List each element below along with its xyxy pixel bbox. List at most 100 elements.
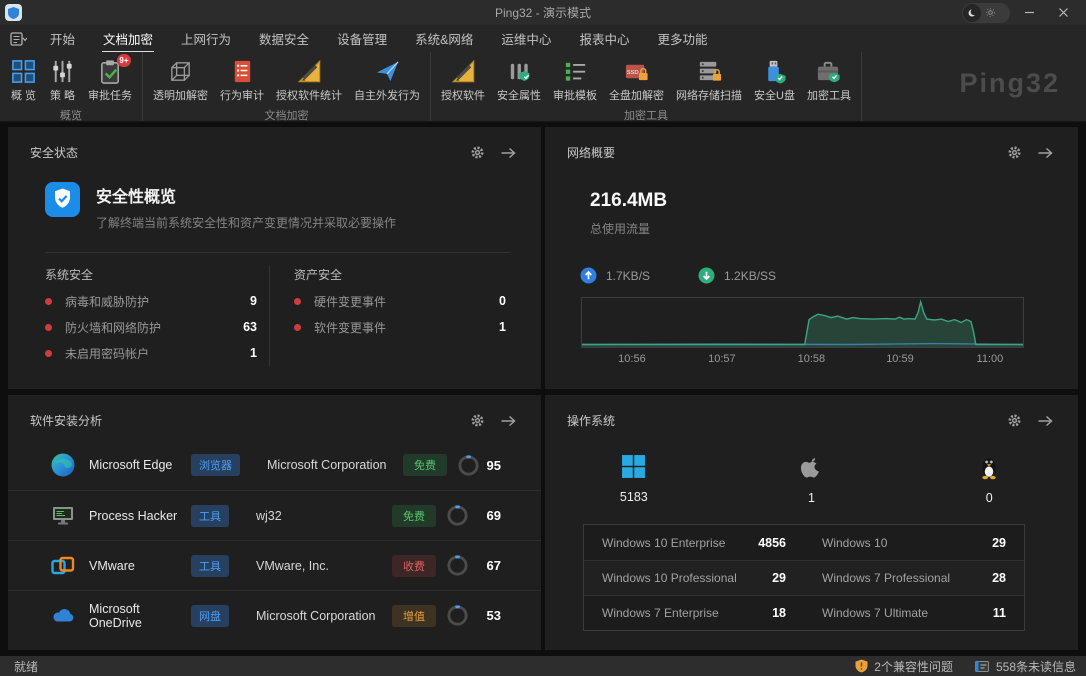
menu-tab-1[interactable]: 文档加密 bbox=[89, 25, 167, 52]
server-lock-icon bbox=[696, 58, 723, 85]
ribbon-button-ruler-pencil[interactable]: 授权软件统计 bbox=[270, 56, 348, 105]
install-count: 67 bbox=[487, 558, 501, 573]
unread-messages[interactable]: 558条未读信息 bbox=[975, 658, 1076, 675]
menu-tab-label: 设备管理 bbox=[336, 25, 388, 53]
ribbon-button-server-lock[interactable]: 网络存储扫描 bbox=[670, 56, 748, 105]
briefcase-shield-icon bbox=[815, 58, 842, 85]
ribbon-button-label: 透明加解密 bbox=[153, 87, 208, 103]
download-speed: 1.2KB/SS bbox=[698, 267, 776, 284]
close-button[interactable] bbox=[1048, 2, 1078, 24]
menu-tab-label: 文档加密 bbox=[102, 25, 154, 53]
os-table-cell[interactable]: Windows 7 Enterprise18 bbox=[584, 596, 804, 630]
sun-icon[interactable] bbox=[981, 4, 999, 22]
security-metric-row[interactable]: 未启用密码帐户1 bbox=[45, 340, 257, 366]
menu-tab-4[interactable]: 设备管理 bbox=[323, 25, 401, 52]
price-badge: 收费 bbox=[392, 555, 436, 577]
menu-tab-label: 更多功能 bbox=[656, 25, 708, 53]
ribbon-button-grid[interactable]: 概 览 bbox=[4, 56, 43, 105]
x-axis-tick: 10:58 bbox=[798, 353, 826, 365]
menu-tab-3[interactable]: 数据安全 bbox=[245, 25, 323, 52]
ribbon-button-fence-shield[interactable]: 安全属性 bbox=[491, 56, 547, 105]
metric-value: 63 bbox=[243, 320, 257, 334]
gear-icon[interactable] bbox=[470, 413, 485, 428]
menu-tab-6[interactable]: 运维中心 bbox=[487, 25, 565, 52]
ribbon-button-sliders[interactable]: 策 略 bbox=[43, 56, 82, 105]
category-badge: 网盘 bbox=[191, 605, 229, 627]
ribbon-button-usb-shield[interactable]: 安全U盘 bbox=[748, 56, 801, 105]
theme-toggle[interactable] bbox=[962, 3, 1010, 23]
software-vendor: VMware, Inc. bbox=[256, 559, 392, 573]
ribbon-button-cube[interactable]: 透明加解密 bbox=[147, 56, 214, 105]
os-apple: 1 bbox=[723, 454, 901, 505]
install-count: 95 bbox=[487, 458, 501, 473]
ribbon-button-briefcase-shield[interactable]: 加密工具 bbox=[801, 56, 857, 105]
software-row[interactable]: Microsoft OneDrive网盘Microsoft Corporatio… bbox=[8, 590, 541, 640]
arrow-right-icon[interactable] bbox=[500, 414, 517, 428]
ribbon-button-disk-lock[interactable]: SSD 全盘加解密 bbox=[603, 56, 670, 105]
os-version-count: 29 bbox=[992, 536, 1006, 550]
x-axis-tick: 11:00 bbox=[977, 353, 1004, 365]
software-row[interactable]: VMware工具VMware, Inc.收费67 bbox=[8, 540, 541, 590]
arrow-right-icon[interactable] bbox=[500, 146, 517, 160]
menu-tab-7[interactable]: 报表中心 bbox=[565, 25, 643, 52]
menu-tab-label: 开始 bbox=[49, 25, 76, 53]
panel-security-status: 安全状态 安全性概览 了解终端当前系统安全性和资产变更情况并采取必要操作 系统安… bbox=[8, 127, 541, 389]
disk-lock-icon: SSD bbox=[623, 58, 650, 85]
ribbon-button-ruler-pencil[interactable]: 授权软件 bbox=[435, 56, 491, 105]
app-menu-button[interactable] bbox=[0, 25, 36, 52]
os-version-count: 11 bbox=[993, 606, 1006, 620]
menu-tab-label: 数据安全 bbox=[258, 25, 310, 53]
gear-icon[interactable] bbox=[1007, 413, 1022, 428]
arrow-right-icon[interactable] bbox=[1037, 414, 1054, 428]
menu-tab-2[interactable]: 上网行为 bbox=[167, 25, 245, 52]
ribbon-button-label: 网络存储扫描 bbox=[676, 87, 742, 103]
security-metric-row[interactable]: 软件变更事件1 bbox=[294, 314, 506, 340]
security-metric-row[interactable]: 防火墙和网络防护63 bbox=[45, 314, 257, 340]
category-badge: 工具 bbox=[191, 555, 229, 577]
windows-logo-icon bbox=[621, 454, 646, 479]
sliders-icon bbox=[49, 58, 76, 85]
compatibility-issues[interactable]: 2个兼容性问题 bbox=[855, 658, 953, 675]
ribbon-button-label: 行为审计 bbox=[220, 87, 264, 103]
os-table-cell[interactable]: Windows 7 Ultimate11 bbox=[804, 596, 1024, 630]
total-traffic-value: 216.4MB bbox=[590, 190, 1056, 212]
os-table-cell[interactable]: Windows 10 Enterprise4856 bbox=[584, 525, 804, 560]
category-badge: 浏览器 bbox=[191, 454, 240, 476]
software-name: Microsoft Edge bbox=[89, 458, 191, 472]
menu-tab-8[interactable]: 更多功能 bbox=[643, 25, 721, 52]
ribbon-button-clipboard-check[interactable]: 9+审批任务 bbox=[82, 56, 138, 105]
software-row[interactable]: Microsoft Edge浏览器Microsoft Corporation免费… bbox=[8, 440, 541, 490]
os-table-cell[interactable]: Windows 1029 bbox=[804, 525, 1024, 560]
ribbon-button-paper-plane[interactable]: 自主外发行为 bbox=[348, 56, 426, 105]
panel-operating-system: 操作系统 518310 Windows 10 Enterprise4856Win… bbox=[545, 395, 1078, 650]
alert-dot-icon bbox=[45, 298, 52, 305]
metric-value: 1 bbox=[499, 320, 506, 334]
moon-icon[interactable] bbox=[963, 4, 981, 22]
alert-dot-icon bbox=[294, 298, 301, 305]
os-table-cell[interactable]: Windows 7 Professional28 bbox=[804, 561, 1024, 595]
security-metric-row[interactable]: 病毒和威胁防护9 bbox=[45, 288, 257, 314]
ribbon-group-0: 概 览策 略9+审批任务概览 bbox=[0, 52, 143, 121]
menu-tab-label: 报表中心 bbox=[578, 25, 630, 53]
ribbon-button-template[interactable]: 审批模板 bbox=[547, 56, 603, 105]
menu-tab-bar: 开始文档加密上网行为数据安全设备管理系统&网络运维中心报表中心更多功能 bbox=[0, 25, 1086, 52]
clipboard-check-icon: 9+ bbox=[97, 58, 124, 85]
minimize-button[interactable] bbox=[1014, 2, 1044, 24]
gear-icon[interactable] bbox=[470, 145, 485, 160]
security-shield-icon bbox=[45, 182, 80, 217]
software-vendor: Microsoft Corporation bbox=[256, 609, 392, 623]
security-metric-row[interactable]: 硬件变更事件0 bbox=[294, 288, 506, 314]
panel-network-overview: 网络概要 216.4MB 总使用流量 1.7KB/S 1.2KB/SS 10:5… bbox=[545, 127, 1078, 389]
ribbon-button-audit-doc[interactable]: 行为审计 bbox=[214, 56, 270, 105]
menu-tab-5[interactable]: 系统&网络 bbox=[401, 25, 487, 52]
usb-shield-icon bbox=[761, 58, 788, 85]
os-table-cell[interactable]: Windows 10 Professional29 bbox=[584, 561, 804, 595]
software-row[interactable]: Process Hacker工具wj32免费69 bbox=[8, 490, 541, 540]
ribbon-button-label: 全盘加解密 bbox=[609, 87, 664, 103]
app-shield-glyph bbox=[8, 7, 19, 19]
gear-icon[interactable] bbox=[1007, 145, 1022, 160]
arrow-right-icon[interactable] bbox=[1037, 146, 1054, 160]
menu-tab-0[interactable]: 开始 bbox=[36, 25, 89, 52]
divider bbox=[45, 252, 510, 253]
menu-tab-label: 系统&网络 bbox=[414, 25, 474, 53]
